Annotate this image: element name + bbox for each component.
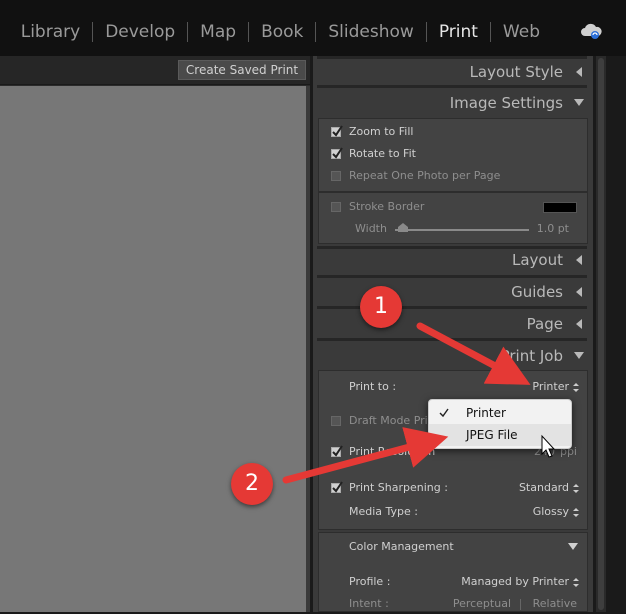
mouse-cursor-icon [541, 434, 556, 458]
annotation-arrow-1 [416, 322, 531, 385]
annotation-badge-2: 2 [231, 463, 273, 505]
annotation-badge-1: 1 [360, 286, 402, 328]
annotation-arrow-2 [282, 427, 449, 484]
annotation-arrows [282, 322, 556, 484]
